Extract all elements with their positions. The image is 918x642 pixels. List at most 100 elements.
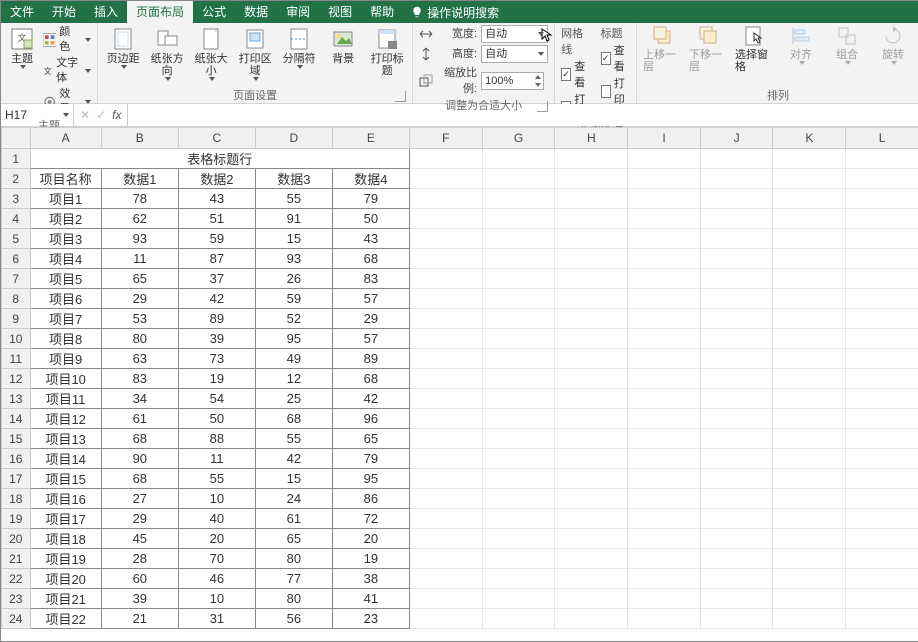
cell[interactable] (773, 269, 846, 289)
tell-me-search[interactable]: 操作说明搜索 (403, 1, 499, 23)
cell[interactable] (555, 609, 628, 629)
cell[interactable] (846, 189, 918, 209)
cell[interactable]: 项目3 (30, 229, 101, 249)
cell[interactable] (628, 209, 701, 229)
cell[interactable]: 61 (101, 409, 178, 429)
row-header[interactable]: 24 (2, 609, 31, 629)
cell[interactable]: 23 (332, 609, 409, 629)
cell[interactable] (555, 389, 628, 409)
cell[interactable] (482, 389, 555, 409)
cell[interactable]: 25 (255, 389, 332, 409)
cell[interactable]: 51 (178, 209, 255, 229)
align-button[interactable]: 对齐 (781, 25, 821, 65)
cell[interactable]: 项目15 (30, 469, 101, 489)
cell[interactable]: 29 (332, 309, 409, 329)
page-setup-dialog-launcher[interactable] (395, 91, 406, 102)
cell[interactable]: 项目10 (30, 369, 101, 389)
cell[interactable] (773, 229, 846, 249)
cell[interactable] (482, 589, 555, 609)
cell[interactable] (700, 569, 773, 589)
cell[interactable]: 61 (255, 509, 332, 529)
cell[interactable]: 数据2 (178, 169, 255, 189)
themes-button[interactable]: 文 主题 (7, 25, 37, 69)
cell[interactable] (700, 389, 773, 409)
cell[interactable]: 39 (101, 589, 178, 609)
tab-view[interactable]: 视图 (319, 1, 361, 23)
tab-review[interactable]: 审阅 (277, 1, 319, 23)
cell[interactable] (482, 329, 555, 349)
cell[interactable]: 79 (332, 189, 409, 209)
column-header[interactable]: D (255, 128, 332, 149)
row-header[interactable]: 7 (2, 269, 31, 289)
send-backward-button[interactable]: 下移一层 (689, 25, 729, 73)
cell[interactable] (846, 589, 918, 609)
cell[interactable]: 11 (101, 249, 178, 269)
cell[interactable] (409, 209, 482, 229)
cell[interactable]: 68 (255, 409, 332, 429)
cell[interactable] (700, 189, 773, 209)
cell[interactable]: 项目4 (30, 249, 101, 269)
cell[interactable] (555, 329, 628, 349)
cell[interactable] (628, 349, 701, 369)
cell[interactable] (773, 389, 846, 409)
cell[interactable] (628, 289, 701, 309)
row-header[interactable]: 18 (2, 489, 31, 509)
rotate-button[interactable]: 旋转 (873, 25, 913, 65)
cell[interactable]: 43 (332, 229, 409, 249)
cell[interactable] (555, 169, 628, 189)
worksheet-grid[interactable]: ABCDEFGHIJKL1表格标题行2项目名称数据1数据2数据3数据43项目17… (1, 127, 918, 641)
selection-pane-button[interactable]: 选择窗格 (735, 25, 775, 73)
cell[interactable] (482, 249, 555, 269)
row-header[interactable]: 15 (2, 429, 31, 449)
cell[interactable]: 65 (332, 429, 409, 449)
cell[interactable] (773, 489, 846, 509)
row-header[interactable]: 9 (2, 309, 31, 329)
row-header[interactable]: 23 (2, 589, 31, 609)
cell[interactable] (409, 329, 482, 349)
cell[interactable] (409, 429, 482, 449)
height-combo[interactable]: 自动 (481, 45, 548, 63)
cell[interactable] (773, 449, 846, 469)
cell[interactable] (409, 389, 482, 409)
cell[interactable]: 56 (255, 609, 332, 629)
cell[interactable] (628, 149, 701, 169)
cell[interactable]: 15 (255, 469, 332, 489)
cell[interactable]: 93 (101, 229, 178, 249)
scale-spinner[interactable]: 100% (481, 72, 544, 90)
cell[interactable]: 70 (178, 549, 255, 569)
cell[interactable]: 24 (255, 489, 332, 509)
row-header[interactable]: 8 (2, 289, 31, 309)
cell[interactable]: 42 (178, 289, 255, 309)
cell[interactable] (482, 209, 555, 229)
cell[interactable] (846, 249, 918, 269)
cell[interactable] (773, 249, 846, 269)
cell[interactable] (773, 289, 846, 309)
cell[interactable] (773, 469, 846, 489)
cell[interactable]: 项目2 (30, 209, 101, 229)
cell[interactable]: 89 (178, 309, 255, 329)
cell[interactable] (409, 569, 482, 589)
cell[interactable] (555, 149, 628, 169)
cell[interactable] (482, 529, 555, 549)
cell[interactable]: 78 (101, 189, 178, 209)
cell[interactable] (846, 269, 918, 289)
cell[interactable]: 项目7 (30, 309, 101, 329)
cell[interactable] (555, 429, 628, 449)
cell[interactable] (773, 169, 846, 189)
cell[interactable]: 27 (101, 489, 178, 509)
cell[interactable] (482, 309, 555, 329)
cell[interactable] (846, 369, 918, 389)
cell[interactable] (773, 569, 846, 589)
cell[interactable] (555, 249, 628, 269)
cell[interactable]: 96 (332, 409, 409, 429)
cell[interactable]: 68 (332, 249, 409, 269)
cell[interactable] (773, 409, 846, 429)
cell[interactable] (700, 169, 773, 189)
cell[interactable]: 83 (332, 269, 409, 289)
cell[interactable]: 项目12 (30, 409, 101, 429)
cell[interactable] (700, 309, 773, 329)
cell[interactable] (773, 509, 846, 529)
cell[interactable] (700, 549, 773, 569)
cell[interactable]: 表格标题行 (30, 149, 409, 169)
cell[interactable] (700, 249, 773, 269)
